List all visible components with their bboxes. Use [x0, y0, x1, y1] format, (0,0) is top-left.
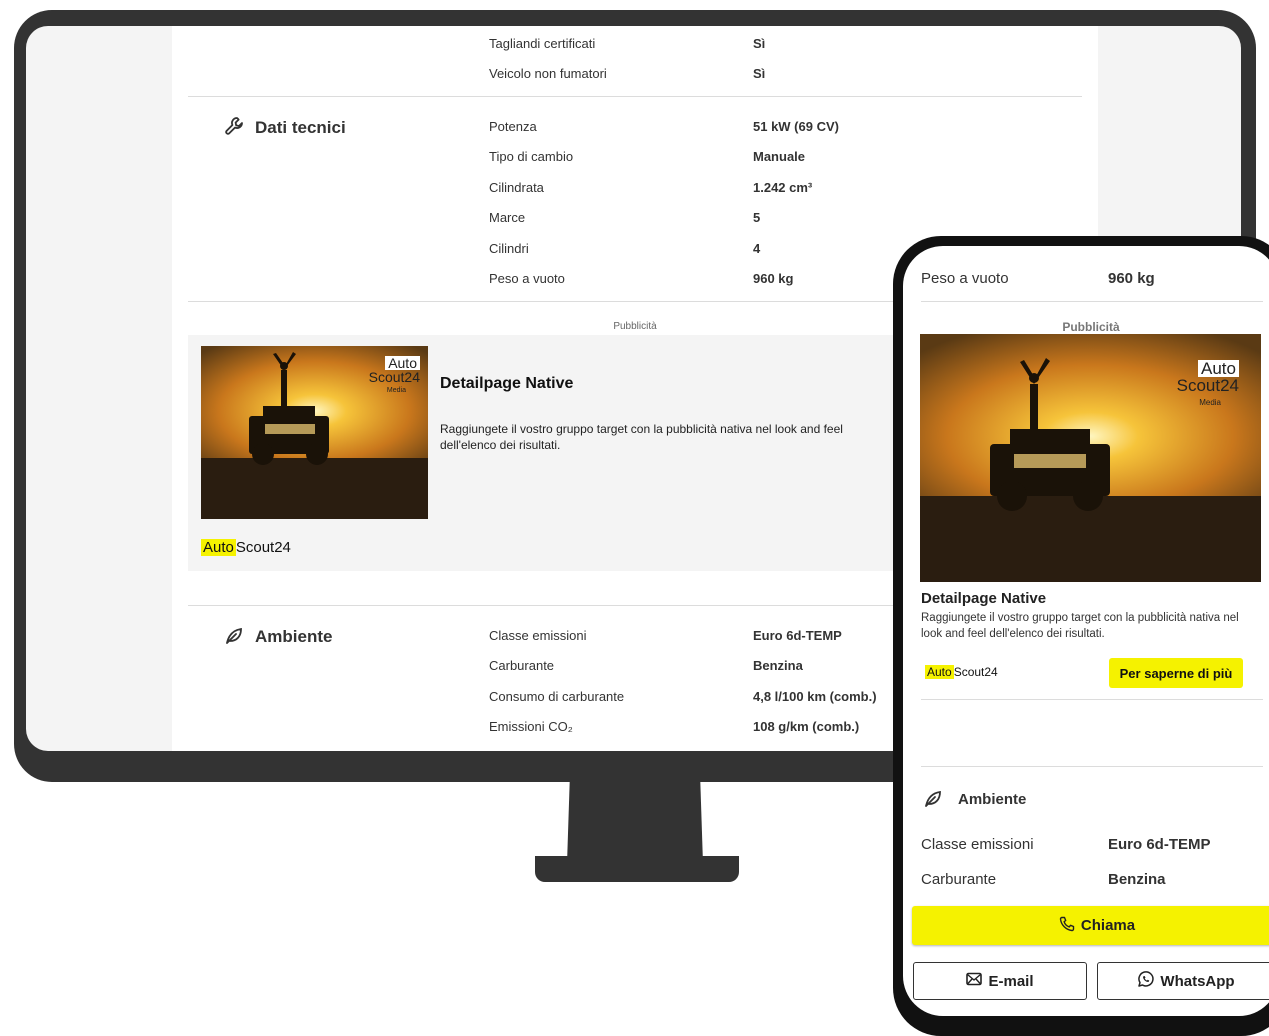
detail-label: Veicolo non fumatori — [489, 66, 607, 81]
ad-description: Raggiungete il vostro gruppo target con … — [440, 422, 843, 452]
detail-value: Manuale — [753, 149, 806, 164]
email-button[interactable]: E-mail — [913, 962, 1087, 1000]
divider — [188, 96, 1082, 97]
whatsapp-button-label: WhatsApp — [1160, 972, 1235, 990]
detail-label: Consumo di carburante — [489, 689, 625, 704]
detail-value: 4 — [753, 241, 761, 256]
ad-image-logo-bottom: Scout24 — [368, 369, 420, 385]
detail-label: Cilindri — [489, 241, 529, 256]
detail-value: Sì — [753, 36, 766, 51]
detail-value: 960 kg — [1108, 270, 1155, 287]
detail-label: Classe emissioni — [921, 836, 1034, 853]
whatsapp-icon — [1137, 970, 1155, 992]
divider — [921, 766, 1263, 767]
detail-value: Euro 6d-TEMP — [1108, 836, 1211, 853]
detail-value: 108 g/km (comb.) — [753, 719, 860, 734]
ad-description: Raggiungete il vostro gruppo target con … — [921, 612, 1239, 640]
divider — [921, 301, 1263, 302]
ad-image-logo-top: Auto — [385, 356, 420, 370]
detail-label: Carburante — [921, 871, 997, 888]
mobile-screen: Peso a vuoto 960 kg Pubblicità Auto Scou… — [903, 246, 1269, 1016]
detail-value: 51 kW (69 CV) — [753, 119, 839, 134]
wrench-icon — [224, 116, 244, 141]
ad-image-logo-sub: Media — [1199, 398, 1221, 407]
autoscout24-logo[interactable]: Auto Scout24 — [201, 539, 291, 556]
leaf-icon — [224, 626, 244, 651]
detail-label: Tagliandi certificati — [489, 36, 596, 51]
detail-label: Classe emissioni — [489, 628, 587, 643]
detail-value: 4,8 l/100 km (comb.) — [753, 689, 877, 704]
detail-value: 960 kg — [753, 271, 794, 286]
ad-image[interactable]: Auto Scout24 Media — [201, 346, 428, 519]
ad-image-logo-sub: Media — [386, 387, 406, 394]
mobile-phone: Peso a vuoto 960 kg Pubblicità Auto Scou… — [893, 236, 1269, 1036]
ad-title[interactable]: Detailpage Native — [921, 590, 1046, 607]
section-title-tech: Dati tecnici — [255, 118, 346, 137]
whatsapp-button[interactable]: WhatsApp — [1097, 962, 1269, 1000]
detail-label: Emissioni CO₂ — [489, 719, 573, 734]
learn-more-button[interactable]: Per saperne di più — [1109, 658, 1243, 688]
detail-label: Peso a vuoto — [489, 271, 565, 286]
email-button-label: E-mail — [988, 972, 1034, 990]
call-button-label: Chiama — [1080, 917, 1136, 934]
detail-label: Marce — [489, 210, 526, 225]
detail-label: Carburante — [489, 658, 555, 673]
detail-value: 5 — [753, 210, 761, 225]
detail-value: Benzina — [753, 658, 803, 673]
detail-label: Tipo di cambio — [489, 149, 574, 164]
detail-label: Cilindrata — [489, 180, 544, 195]
detail-value: Euro 6d-TEMP — [753, 628, 842, 643]
detail-value: Sì — [753, 66, 766, 81]
section-title-environment: Ambiente — [255, 627, 333, 646]
native-ad[interactable]: Auto Scout24 Media Detailpage Native Rag… — [188, 335, 908, 571]
detail-label: Peso a vuoto — [921, 270, 1009, 287]
divider — [921, 699, 1263, 700]
phone-icon — [1059, 916, 1075, 936]
monitor-stand-foot — [535, 856, 739, 882]
brand-logo-auto: Auto — [201, 539, 236, 556]
leaf-icon — [923, 789, 943, 814]
detail-value: Benzina — [1108, 871, 1166, 888]
ad-image[interactable]: Auto Scout24 Media — [920, 334, 1261, 582]
ad-title[interactable]: Detailpage Native — [440, 375, 573, 393]
autoscout24-logo[interactable]: Auto Scout24 — [925, 665, 998, 679]
ad-label: Pubblicità — [1062, 320, 1120, 334]
detail-label: Potenza — [489, 119, 537, 134]
call-button[interactable]: Chiama — [912, 906, 1269, 945]
mail-icon — [966, 972, 983, 990]
section-title-environment: Ambiente — [958, 791, 1027, 808]
brand-logo-scout: Scout24 — [235, 539, 291, 556]
ad-image-logo-top: Auto — [1198, 360, 1239, 377]
ad-image-logo-bottom: Scout24 — [1176, 376, 1239, 395]
brand-logo-scout: Scout24 — [953, 665, 998, 679]
detail-value: 1.242 cm³ — [753, 180, 813, 195]
brand-logo-auto: Auto — [925, 665, 954, 679]
